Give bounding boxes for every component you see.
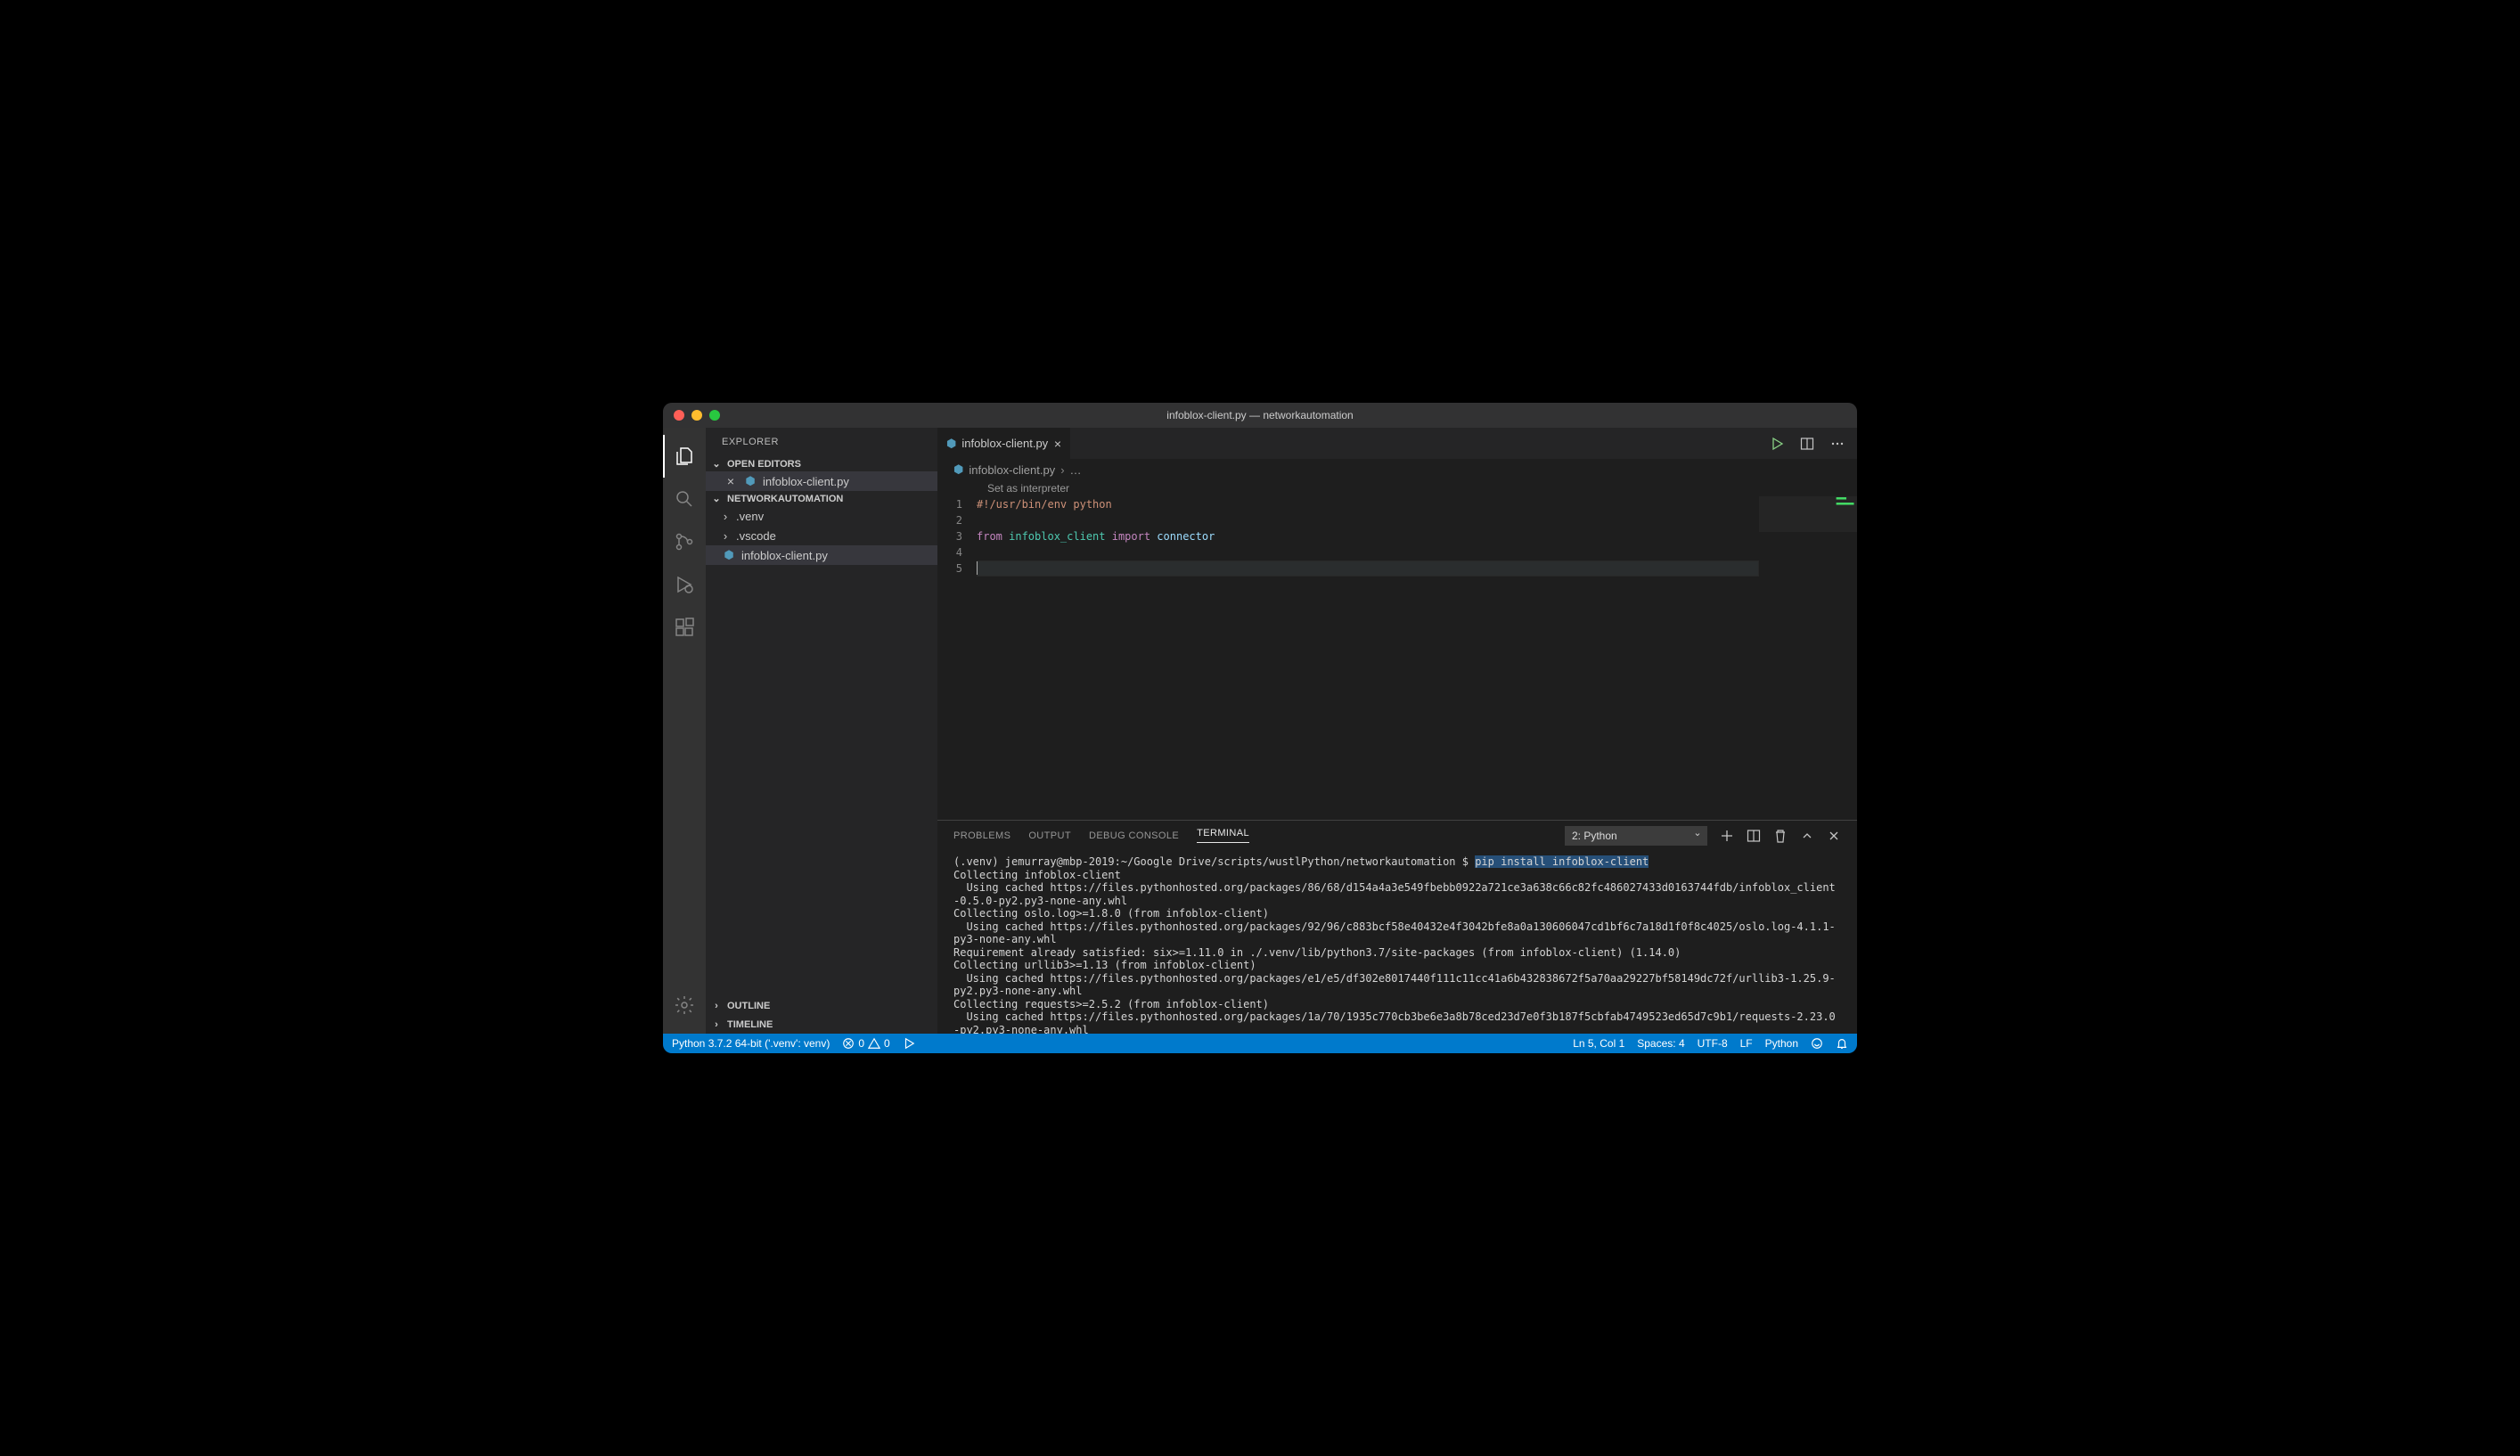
language-mode-status[interactable]: Python: [1765, 1037, 1798, 1050]
terminal-selector[interactable]: 2: Python: [1565, 826, 1707, 846]
encoding-status[interactable]: UTF-8: [1698, 1037, 1728, 1050]
vscode-window: infoblox-client.py — networkautomation: [663, 403, 1857, 1053]
search-activity-icon[interactable]: [663, 478, 706, 520]
folder-name: .venv: [736, 510, 764, 523]
new-terminal-icon[interactable]: [1720, 829, 1734, 843]
chevron-down-icon: ⌄: [709, 493, 724, 504]
editor-area: ⬢ infoblox-client.py × ⬢: [937, 428, 1857, 1034]
terminal-tab[interactable]: TERMINAL: [1197, 828, 1249, 843]
sidebar-title: EXPLORER: [706, 428, 937, 456]
code-lines[interactable]: #!/usr/bin/env pythonfrom infoblox_clien…: [977, 496, 1759, 820]
open-editors-header[interactable]: ⌄ OPEN EDITORS: [706, 456, 937, 471]
error-count: 0: [858, 1037, 864, 1050]
outline-header[interactable]: › OUTLINE: [706, 996, 937, 1015]
close-icon[interactable]: ×: [1054, 437, 1061, 451]
minimap-content: ████████████████ ████████ ████ █████: [1837, 498, 1853, 506]
python-interpreter-status[interactable]: Python 3.7.2 64-bit ('.venv': venv): [672, 1037, 830, 1050]
kill-terminal-icon[interactable]: [1773, 829, 1788, 843]
more-icon[interactable]: [1830, 437, 1845, 451]
chevron-right-icon: ›: [718, 510, 732, 523]
editor-tab[interactable]: ⬢ infoblox-client.py ×: [937, 428, 1071, 459]
settings-activity-icon[interactable]: [663, 984, 706, 1027]
workspace-filename: infoblox-client.py: [741, 549, 828, 562]
python-file-icon: ⬢: [722, 548, 736, 562]
workspace-label: NETWORKAUTOMATION: [727, 494, 843, 504]
open-editor-filename: infoblox-client.py: [763, 475, 849, 488]
chevron-right-icon: ›: [718, 529, 732, 543]
cursor-position-status[interactable]: Ln 5, Col 1: [1573, 1037, 1624, 1050]
run-debug-activity-icon[interactable]: [663, 563, 706, 606]
python-file-icon: ⬢: [946, 437, 956, 451]
outline-label: OUTLINE: [727, 1001, 770, 1011]
traffic-lights: [663, 410, 720, 421]
editor-tabs: ⬢ infoblox-client.py ×: [937, 428, 1857, 459]
problems-tab[interactable]: PROBLEMS: [953, 830, 1010, 841]
breadcrumb-file: infoblox-client.py: [969, 463, 1055, 477]
code-editor[interactable]: 12345 #!/usr/bin/env pythonfrom infoblox…: [937, 496, 1857, 820]
open-editor-item[interactable]: × ⬢ infoblox-client.py: [706, 471, 937, 491]
timeline-header[interactable]: › TIMELINE: [706, 1015, 937, 1034]
source-control-activity-icon[interactable]: [663, 520, 706, 563]
close-icon[interactable]: ×: [724, 474, 738, 488]
python-file-icon: ⬢: [953, 462, 963, 477]
minimize-window-button[interactable]: [691, 410, 702, 421]
window-title: infoblox-client.py — networkautomation: [1166, 409, 1353, 421]
debug-console-tab[interactable]: DEBUG CONSOLE: [1089, 830, 1179, 841]
breadcrumb-more: …: [1070, 463, 1082, 477]
feedback-icon[interactable]: [1811, 1037, 1823, 1050]
panel-tabs: PROBLEMS OUTPUT DEBUG CONSOLE TERMINAL 2…: [937, 821, 1857, 850]
run-status-icon[interactable]: [903, 1037, 915, 1050]
workspace-header[interactable]: ⌄ NETWORKAUTOMATION: [706, 491, 937, 506]
notifications-icon[interactable]: [1836, 1037, 1848, 1050]
output-tab[interactable]: OUTPUT: [1028, 830, 1071, 841]
titlebar: infoblox-client.py — networkautomation: [663, 403, 1857, 428]
chevron-right-icon: ›: [709, 1019, 724, 1030]
eol-status[interactable]: LF: [1740, 1037, 1753, 1050]
open-editors-label: OPEN EDITORS: [727, 459, 801, 470]
editor-actions: [1770, 428, 1857, 459]
codelens-link[interactable]: Set as interpreter: [937, 480, 1857, 496]
chevron-down-icon: ⌄: [709, 458, 724, 470]
problems-status[interactable]: 0 0: [842, 1037, 889, 1050]
chevron-right-icon: ›: [709, 1001, 724, 1011]
folder-item[interactable]: › .venv: [706, 506, 937, 526]
status-bar: Python 3.7.2 64-bit ('.venv': venv) 0 0 …: [663, 1034, 1857, 1053]
warning-count: 0: [884, 1037, 890, 1050]
run-icon[interactable]: [1770, 437, 1784, 451]
line-gutter: 12345: [937, 496, 977, 820]
python-file-icon: ⬢: [743, 474, 757, 488]
workspace-file-item[interactable]: ⬢ infoblox-client.py: [706, 545, 937, 565]
terminal-output[interactable]: (.venv) jemurray@mbp-2019:~/Google Drive…: [937, 850, 1857, 1034]
chevron-right-icon: ›: [1060, 463, 1064, 477]
close-window-button[interactable]: [674, 410, 684, 421]
terminal-select[interactable]: 2: Python: [1565, 826, 1707, 846]
extensions-activity-icon[interactable]: [663, 606, 706, 649]
explorer-activity-icon[interactable]: [663, 435, 706, 478]
maximize-panel-icon[interactable]: [1800, 829, 1814, 843]
explorer-sidebar: EXPLORER ⌄ OPEN EDITORS × ⬢ infoblox-cli…: [706, 428, 937, 1034]
split-terminal-icon[interactable]: [1747, 829, 1761, 843]
breadcrumb[interactable]: ⬢ infoblox-client.py › …: [937, 459, 1857, 480]
bottom-panel: PROBLEMS OUTPUT DEBUG CONSOLE TERMINAL 2…: [937, 820, 1857, 1034]
maximize-window-button[interactable]: [709, 410, 720, 421]
close-panel-icon[interactable]: [1827, 829, 1841, 843]
split-editor-icon[interactable]: [1800, 437, 1814, 451]
activity-bar: [663, 428, 706, 1034]
indentation-status[interactable]: Spaces: 4: [1637, 1037, 1684, 1050]
tab-filename: infoblox-client.py: [961, 437, 1048, 450]
folder-item[interactable]: › .vscode: [706, 526, 937, 545]
minimap[interactable]: ████████████████ ████████ ████ █████: [1759, 496, 1857, 820]
folder-name: .vscode: [736, 529, 776, 543]
timeline-label: TIMELINE: [727, 1019, 773, 1030]
